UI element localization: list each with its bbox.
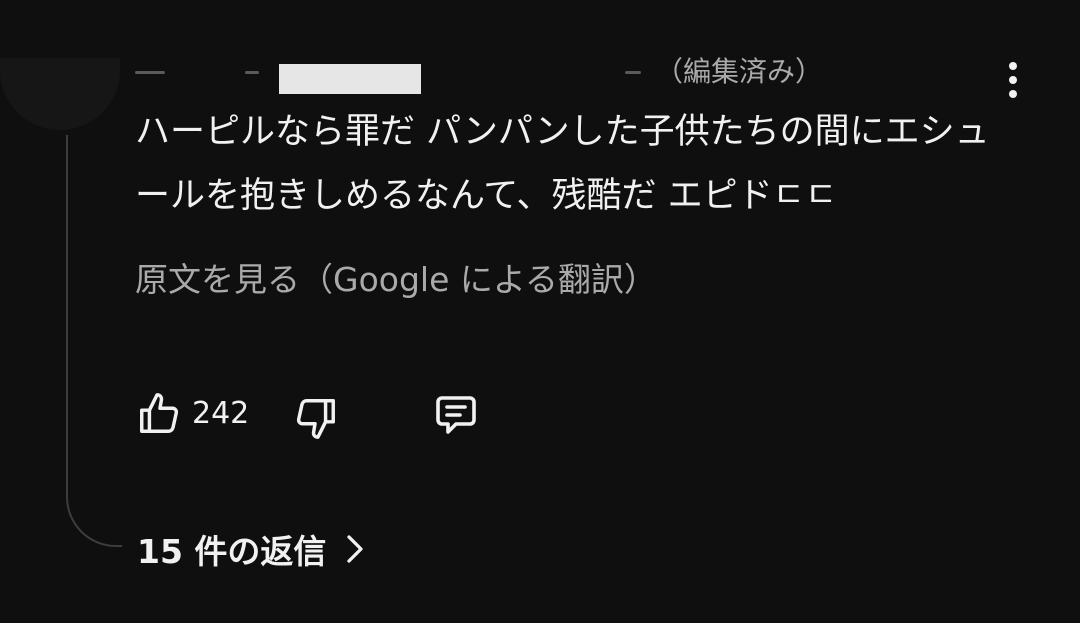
- comment-actions: 242: [135, 388, 635, 444]
- thumb-up-icon: [140, 393, 179, 433]
- more-vertical-icon: [1009, 62, 1017, 70]
- dislike-button[interactable]: [290, 392, 342, 444]
- more-options-button[interactable]: [998, 58, 1028, 102]
- thumb-down-icon: [296, 399, 335, 439]
- chevron-right-icon: [347, 535, 364, 563]
- view-replies-button[interactable]: 15 件の返信: [137, 524, 366, 574]
- see-original-link[interactable]: 原文を見る（Google による翻訳）: [135, 255, 657, 305]
- replies-label: 15 件の返信: [137, 532, 327, 571]
- author-name-fragment: [245, 71, 259, 74]
- comment-text: ハーピルなら罪だ パンパンした子供たちの間にエシュールを抱きしめるなんて、残酷だ…: [135, 112, 990, 216]
- like-count: 242: [192, 396, 250, 431]
- edited-label: （編集済み）: [655, 55, 824, 88]
- author-name-redacted[interactable]: [279, 64, 421, 94]
- author-name-fragment: [135, 71, 165, 74]
- author-name-fragment: [625, 71, 641, 74]
- comment-header: （編集済み）: [135, 48, 835, 94]
- thread-connector-line: [66, 135, 122, 547]
- comment-icon: [436, 396, 476, 434]
- reply-button[interactable]: [430, 390, 482, 442]
- like-button[interactable]: [133, 388, 185, 440]
- avatar[interactable]: [0, 58, 120, 130]
